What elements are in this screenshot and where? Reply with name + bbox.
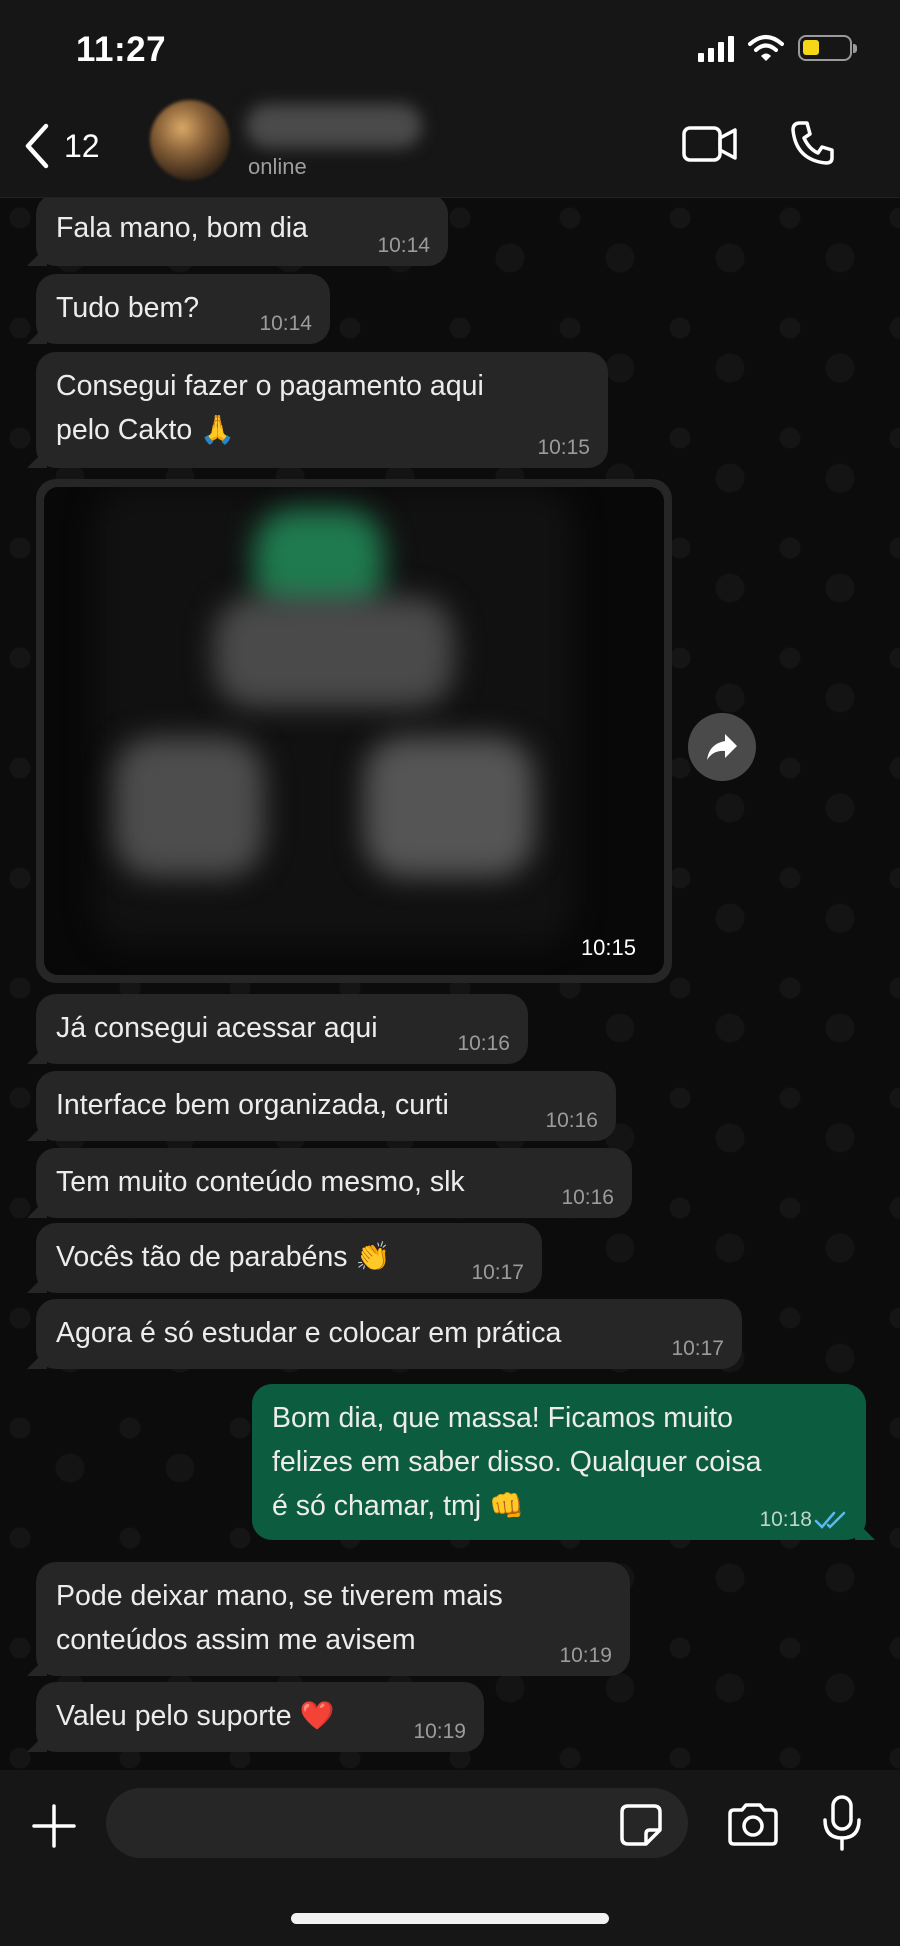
message-bubble[interactable]: Vocês tão de parabéns 👏 10:17	[36, 1223, 542, 1293]
message-text: pelo Cakto	[56, 414, 193, 446]
battery-icon	[798, 35, 857, 61]
contact-avatar[interactable]	[150, 100, 230, 180]
phone-call-icon[interactable]	[790, 120, 834, 166]
message-bubble[interactable]: Interface bem organizada, curti 10:16	[36, 1071, 616, 1141]
home-indicator[interactable]	[291, 1913, 609, 1924]
message-text: Já consegui acessar aqui	[56, 1012, 378, 1044]
chevron-left-icon	[25, 123, 49, 169]
message-text: é só chamar, tmj	[272, 1490, 482, 1522]
message-time: 10:18	[759, 1508, 812, 1531]
message-text: Fala mano, bom dia	[56, 212, 308, 244]
plus-icon[interactable]	[32, 1804, 76, 1848]
message-bubble[interactable]: Agora é só estudar e colocar em prática …	[36, 1299, 742, 1369]
sticker-icon[interactable]	[620, 1804, 662, 1846]
message-text: Vocês tão de parabéns	[56, 1241, 348, 1273]
message-bubble[interactable]: Fala mano, bom dia 10:14	[36, 198, 448, 266]
image-message[interactable]: 10:15	[36, 479, 672, 983]
message-bubble[interactable]: Pode deixar mano, se tiverem mais conteú…	[36, 1562, 630, 1676]
message-bubble[interactable]: Tudo bem? 10:14	[36, 274, 330, 344]
clapping-hands-emoji: 👏	[355, 1240, 391, 1273]
status-icons	[698, 34, 857, 62]
message-time: 10:15	[580, 935, 636, 960]
message-bubble[interactable]: Já consegui acessar aqui 10:16	[36, 994, 528, 1064]
message-time: 10:14	[259, 312, 312, 335]
message-time: 10:17	[471, 1261, 524, 1284]
contact-status: online	[248, 154, 307, 179]
camera-icon[interactable]	[726, 1802, 780, 1846]
praying-hands-emoji: 🙏	[200, 413, 236, 446]
message-time: 10:16	[545, 1109, 598, 1132]
message-text: Bom dia, que massa! Ficamos muito	[272, 1402, 733, 1434]
cellular-signal-icon	[698, 34, 734, 62]
unread-count: 12	[64, 127, 100, 164]
forward-arrow-icon	[707, 734, 737, 760]
message-text: Tudo bem?	[56, 292, 200, 324]
message-bubble[interactable]: Consegui fazer o pagamento aqui pelo Cak…	[36, 352, 608, 468]
message-text: Agora é só estudar e colocar em prática	[56, 1317, 562, 1349]
blurred-image[interactable]: 10:15	[44, 487, 664, 975]
double-check-read-icon	[814, 1511, 846, 1529]
message-text: felizes em saber disso. Qualquer coisa	[272, 1446, 762, 1478]
contact-name-redacted[interactable]	[246, 104, 422, 148]
video-call-icon[interactable]	[682, 124, 738, 164]
microphone-icon[interactable]	[822, 1794, 862, 1852]
message-time: 10:17	[671, 1337, 724, 1360]
red-heart-emoji: ❤️	[299, 1699, 335, 1732]
message-text: Consegui fazer o pagamento aqui	[56, 370, 484, 402]
fist-bump-emoji: 👊	[489, 1489, 524, 1522]
message-text: Valeu pelo suporte	[56, 1700, 292, 1732]
message-time: 10:19	[559, 1644, 612, 1667]
forward-button[interactable]	[688, 713, 756, 781]
message-text: Pode deixar mano, se tiverem mais	[56, 1580, 503, 1612]
message-text: Tem muito conteúdo mesmo, slk	[56, 1166, 465, 1198]
message-text: Interface bem organizada, curti	[56, 1089, 449, 1121]
wifi-icon	[748, 35, 784, 61]
message-input-bar	[0, 1770, 900, 1946]
message-bubble-outgoing[interactable]: Bom dia, que massa! Ficamos muito felize…	[252, 1384, 866, 1540]
message-bubble[interactable]: Tem muito conteúdo mesmo, slk 10:16	[36, 1148, 632, 1218]
status-time: 11:27	[76, 30, 167, 69]
message-time: 10:14	[377, 234, 430, 257]
message-input[interactable]	[106, 1788, 688, 1858]
chat-area[interactable]: Fala mano, bom dia 10:14 Tudo bem? 10:14…	[0, 198, 900, 1770]
message-time: 10:19	[413, 1720, 466, 1743]
back-button[interactable]: 12	[22, 122, 100, 170]
message-time: 10:16	[561, 1186, 614, 1209]
chat-header: 12 online	[0, 100, 900, 198]
message-bubble[interactable]: Valeu pelo suporte ❤️ 10:19	[36, 1682, 484, 1752]
message-time: 10:15	[537, 436, 590, 459]
message-time: 10:16	[457, 1032, 510, 1055]
status-bar: 11:27	[0, 0, 900, 100]
message-text: conteúdos assim me avisem	[56, 1624, 416, 1656]
